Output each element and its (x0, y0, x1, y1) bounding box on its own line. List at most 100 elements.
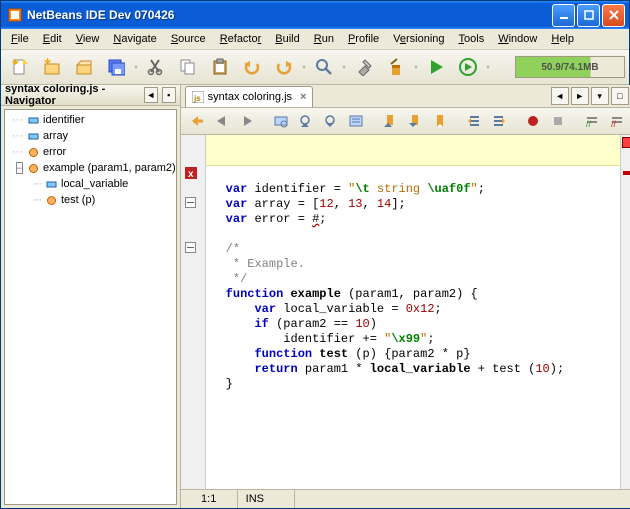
menu-refactor[interactable]: Refactor (214, 31, 268, 47)
svg-text://: // (611, 119, 617, 128)
error-summary-icon[interactable] (622, 137, 630, 148)
new-project-button[interactable] (37, 52, 67, 82)
navigator-tree[interactable]: ···identifier···array···error−example (p… (4, 109, 177, 505)
find-prev-button[interactable] (294, 109, 318, 133)
window-buttons (552, 4, 625, 27)
menu-source[interactable]: Source (165, 31, 212, 47)
tree-item[interactable]: ···local_variable (5, 176, 176, 192)
close-button[interactable] (602, 4, 625, 27)
tree-item-label: local_variable (61, 178, 128, 190)
tree-item[interactable]: ···array (5, 128, 176, 144)
code-line: var local_variable = 0x12; (226, 302, 620, 317)
navigator-options-button[interactable]: ▪ (162, 87, 176, 103)
macro-record-button[interactable] (521, 109, 545, 133)
status-position: 1:1 (181, 490, 238, 508)
status-insert-mode: INS (238, 490, 295, 508)
fold-glyph-icon[interactable] (185, 197, 199, 209)
tab-scroll-left-button[interactable]: ◄ (551, 87, 569, 105)
method-icon (26, 147, 40, 158)
gutter[interactable]: x (181, 135, 206, 489)
navigator-prev-button[interactable]: ◄ (144, 87, 158, 103)
error-glyph-icon[interactable]: x (185, 167, 199, 179)
memory-gauge[interactable]: 50.9/74.1MB (515, 56, 625, 78)
tree-item[interactable]: ···error (5, 144, 176, 160)
tree-item-label: error (43, 146, 66, 158)
paste-button[interactable] (205, 52, 235, 82)
nav-back-button[interactable] (210, 109, 234, 133)
window-title: NetBeans IDE Dev 070426 (27, 8, 552, 22)
minimize-button[interactable] (552, 4, 575, 27)
toolbar-separator (301, 54, 307, 80)
navigator-header[interactable]: syntax coloring.js - Navigator ◄ ▪ (1, 85, 180, 106)
tree-item[interactable]: −example (param1, param2) (5, 160, 176, 176)
editor-toolbar: // // (181, 108, 630, 135)
error-strip[interactable] (620, 135, 630, 489)
svg-text:x: x (188, 169, 194, 179)
save-all-button[interactable] (101, 52, 131, 82)
menu-versioning[interactable]: Versioning (387, 31, 450, 47)
tree-item[interactable]: ···identifier (5, 112, 176, 128)
menu-navigate[interactable]: Navigate (107, 31, 162, 47)
find-button[interactable] (309, 52, 339, 82)
menu-window[interactable]: Window (492, 31, 543, 47)
editor-tab-active[interactable]: js syntax coloring.js × (185, 86, 314, 107)
menu-tools[interactable]: Tools (453, 31, 491, 47)
build-button[interactable] (349, 52, 379, 82)
prev-bookmark-button[interactable] (378, 109, 402, 133)
menu-edit[interactable]: Edit (37, 31, 68, 47)
field-icon (26, 131, 40, 142)
toggle-highlight-button[interactable] (344, 109, 368, 133)
debug-button[interactable] (453, 52, 483, 82)
comment-button[interactable]: // (580, 109, 604, 133)
toolbar-separator (341, 54, 347, 80)
code-editor[interactable]: var identifier = "\t string \uaf0f";var … (206, 135, 620, 489)
copy-button[interactable] (173, 52, 203, 82)
code-line: identifier += "\x99"; (226, 332, 620, 347)
menu-help[interactable]: Help (545, 31, 580, 47)
titlebar[interactable]: NetBeans IDE Dev 070426 (1, 1, 629, 29)
menu-view[interactable]: View (70, 31, 106, 47)
macro-stop-button[interactable] (546, 109, 570, 133)
last-edit-button[interactable] (185, 109, 209, 133)
status-message (295, 490, 630, 508)
new-file-button[interactable] (5, 52, 35, 82)
svg-text://: // (586, 119, 592, 128)
clean-build-button[interactable] (381, 52, 411, 82)
next-bookmark-button[interactable] (403, 109, 427, 133)
tab-scroll-right-button[interactable]: ► (571, 87, 589, 105)
error-marker[interactable] (623, 171, 630, 175)
menu-file[interactable]: File (5, 31, 35, 47)
tab-list-button[interactable]: ▾ (591, 87, 609, 105)
shift-right-button[interactable] (487, 109, 511, 133)
tree-item-label: test (p) (61, 194, 95, 206)
maximize-button[interactable] (577, 4, 600, 27)
find-selection-button[interactable] (269, 109, 293, 133)
nav-forward-button[interactable] (235, 109, 259, 133)
find-next-button[interactable] (319, 109, 343, 133)
code-line: /* (226, 242, 620, 257)
menu-build[interactable]: Build (269, 31, 305, 47)
code-line: var array = [12, 13, 14]; (226, 197, 620, 212)
app-icon (7, 7, 23, 23)
code-area: x var identifier = "\t string \uaf0f";va… (181, 135, 630, 489)
shift-left-button[interactable] (462, 109, 486, 133)
tab-close-icon[interactable]: × (300, 91, 306, 103)
undo-button[interactable] (237, 52, 267, 82)
method-icon (26, 163, 40, 174)
tree-item[interactable]: ···test (p) (5, 192, 176, 208)
redo-button[interactable] (269, 52, 299, 82)
fold-glyph-icon[interactable] (185, 242, 199, 254)
open-project-button[interactable] (69, 52, 99, 82)
uncomment-button[interactable]: // (605, 109, 629, 133)
toolbar-separator (485, 54, 491, 80)
tab-maximize-button[interactable]: □ (611, 87, 629, 105)
tree-item-label: array (43, 130, 68, 142)
menu-run[interactable]: Run (308, 31, 340, 47)
run-button[interactable] (421, 52, 451, 82)
navigator-panel: syntax coloring.js - Navigator ◄ ▪ ···id… (1, 85, 181, 508)
toggle-bookmark-button[interactable] (428, 109, 452, 133)
cut-button[interactable] (141, 52, 171, 82)
menu-profile[interactable]: Profile (342, 31, 385, 47)
field-icon (44, 179, 58, 190)
code-line: return param1 * local_variable + test (1… (226, 362, 620, 377)
